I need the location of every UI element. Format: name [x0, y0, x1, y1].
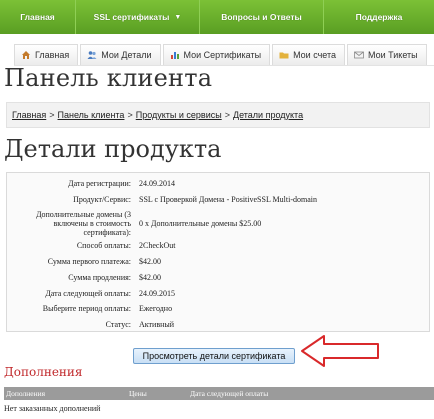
breadcrumb: Главная > Панель клиента > Продукты и се…: [6, 102, 430, 128]
tab-my-invoices-label: Мои счета: [293, 50, 337, 60]
addons-empty-message: Нет заказанных дополнений: [4, 404, 101, 413]
detail-label: Дата следующей оплаты:: [45, 289, 131, 298]
tab-my-details-label: Мои Детали: [101, 50, 152, 60]
breadcrumb-separator: >: [224, 110, 230, 120]
detail-value: 24.09.2015: [139, 289, 175, 298]
tab-my-tickets-label: Мои Тикеты: [368, 50, 418, 60]
folder-icon: [279, 50, 289, 60]
page-title: Панель клиента: [4, 64, 213, 92]
detail-label: Продукт/Сервис:: [73, 195, 131, 204]
breadcrumb-products-services[interactable]: Продукты и сервисы: [136, 110, 222, 120]
detail-value: SSL с Проверкой Домена - PositiveSSL Mul…: [139, 195, 317, 204]
breadcrumb-home[interactable]: Главная: [12, 110, 46, 120]
tab-my-tickets[interactable]: Мои Тикеты: [347, 44, 427, 65]
detail-row-next-due-date: Дата следующей оплаты: 24.09.2015: [7, 289, 429, 298]
detail-label: Способ оплаты:: [76, 241, 131, 250]
top-nav-faq-label: Вопросы и Ответы: [221, 12, 302, 22]
detail-value: 2CheckOut: [139, 241, 176, 250]
detail-value: 0 x Дополнительные домены $25.00: [139, 219, 262, 228]
detail-label: Сумма продления:: [68, 273, 131, 282]
breadcrumb-product-details[interactable]: Детали продукта: [233, 110, 303, 120]
status-value: Активный: [139, 320, 175, 329]
top-nav-support-label: Поддержка: [355, 12, 403, 22]
top-nav-home[interactable]: Главная: [0, 0, 76, 34]
detail-label: Статус:: [105, 320, 131, 329]
addons-col-next-due: Дата следующей оплаты: [190, 389, 269, 398]
detail-label: Выберите период оплаты:: [42, 304, 131, 313]
detail-value: Ежегодно: [139, 304, 173, 313]
detail-row-status: Статус: Активный: [7, 320, 429, 329]
product-details-table: Дата регистрации: 24.09.2014 Продукт/Сер…: [6, 172, 430, 332]
detail-row-renewal-amount: Сумма продления: $42.00: [7, 273, 429, 282]
detail-label: Дополнительные домены (3 включены в стои…: [36, 210, 131, 237]
view-certificate-details-button[interactable]: Просмотреть детали сертификата: [133, 348, 295, 364]
tab-my-details[interactable]: Мои Детали: [80, 44, 161, 65]
users-icon: [87, 50, 97, 60]
top-nav-home-label: Главная: [20, 12, 55, 22]
tab-my-invoices[interactable]: Мои счета: [272, 44, 346, 65]
detail-row-payment-method: Способ оплаты: 2CheckOut: [7, 241, 429, 250]
detail-value: 24.09.2014: [139, 179, 175, 188]
detail-label: Дата регистрации:: [68, 179, 131, 188]
top-nav-ssl-label: SSL сертификаты: [93, 12, 170, 22]
detail-row-first-payment: Сумма первого платежа: $42.00: [7, 257, 429, 266]
detail-row-registration-date: Дата регистрации: 24.09.2014: [7, 179, 429, 188]
home-icon: [21, 50, 31, 60]
detail-row-product: Продукт/Сервис: SSL с Проверкой Домена -…: [7, 195, 429, 204]
detail-label: Сумма первого платежа:: [47, 257, 131, 266]
detail-value: $42.00: [139, 273, 161, 282]
top-nav: Главная SSL сертификаты ▼ Вопросы и Отве…: [0, 0, 434, 34]
arrow-left-icon: [301, 335, 379, 367]
tab-my-certificates-label: Мои Сертификаты: [183, 50, 262, 60]
tab-home-label: Главная: [35, 50, 70, 60]
detail-row-extra-domains: Дополнительные домены (3 включены в стои…: [7, 210, 429, 237]
breadcrumb-separator: >: [49, 110, 55, 120]
breadcrumb-client-panel[interactable]: Панель клиента: [58, 110, 125, 120]
chevron-down-icon: ▼: [174, 13, 182, 21]
detail-value: $42.00: [139, 257, 161, 266]
breadcrumb-separator: >: [127, 110, 133, 120]
addons-title: Дополнения: [4, 365, 83, 379]
top-nav-faq[interactable]: Вопросы и Ответы: [200, 0, 324, 34]
tab-home[interactable]: Главная: [14, 44, 79, 65]
detail-row-billing-cycle: Выберите период оплаты: Ежегодно: [7, 304, 429, 313]
top-nav-support[interactable]: Поддержка: [324, 0, 434, 34]
addons-col-addons: Дополнения: [6, 389, 46, 398]
tab-my-certificates[interactable]: Мои Сертификаты: [162, 44, 271, 65]
envelope-icon: [354, 50, 364, 60]
addons-col-prices: Цены: [129, 389, 147, 398]
addons-table-header: Дополнения Цены Дата следующей оплаты: [4, 387, 434, 400]
sub-nav: Главная Мои Детали Мои Сертификаты Мои с…: [14, 44, 434, 66]
bar-chart-icon: [170, 50, 180, 60]
product-title: Детали продукта: [4, 135, 222, 163]
top-nav-ssl[interactable]: SSL сертификаты ▼: [76, 0, 200, 34]
